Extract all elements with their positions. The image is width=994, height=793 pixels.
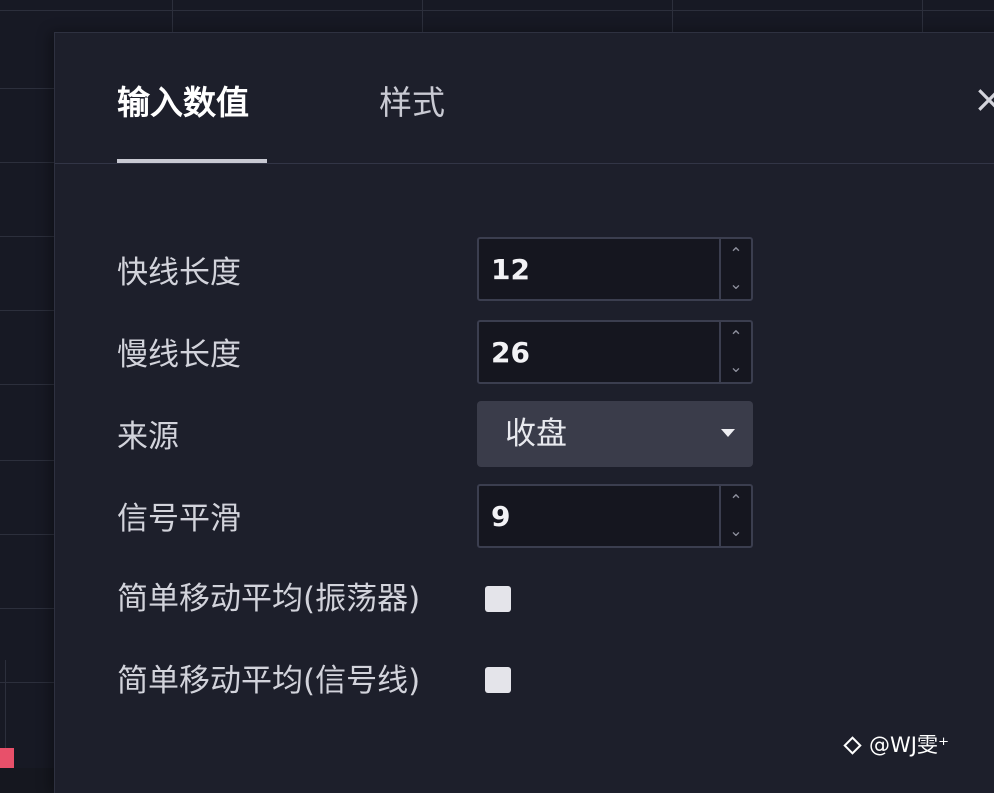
slow-length-label: 慢线长度 — [117, 337, 241, 373]
chevron-up-icon[interactable]: ⌃ — [721, 239, 751, 269]
grid-line — [0, 236, 56, 237]
signal-smoothing-stepper: ⌃ ⌄ — [719, 486, 751, 546]
signal-smoothing-label: 信号平滑 — [117, 501, 241, 537]
tab-bar: 输入数值 样式 × — [55, 33, 994, 164]
chevron-up-icon[interactable]: ⌃ — [721, 322, 751, 352]
grid-line — [0, 10, 994, 11]
chevron-up-icon[interactable]: ⌃ — [721, 486, 751, 516]
watermark: @WJ雯⁺ — [843, 730, 950, 760]
sma-signal-label: 简单移动平均(信号线) — [117, 663, 421, 699]
tab-style[interactable]: 样式 — [379, 83, 445, 123]
candle-wick — [5, 660, 6, 750]
grid-line — [0, 162, 56, 163]
fast-length-input[interactable]: 12 ⌃ ⌄ — [477, 237, 753, 301]
source-label: 来源 — [117, 419, 179, 455]
grid-line — [0, 608, 56, 609]
candle-red — [0, 748, 14, 768]
slow-length-value[interactable]: 26 — [491, 333, 530, 373]
grid-line — [0, 88, 56, 89]
sma-signal-checkbox[interactable] — [485, 667, 511, 693]
fast-length-label: 快线长度 — [117, 255, 241, 291]
caret-down-icon — [721, 429, 735, 437]
fast-length-stepper: ⌃ ⌄ — [719, 239, 751, 299]
source-selected-value: 收盘 — [505, 416, 567, 452]
active-tab-indicator — [117, 159, 267, 163]
grid-line — [0, 682, 56, 683]
signal-smoothing-input[interactable]: 9 ⌃ ⌄ — [477, 484, 753, 548]
signal-smoothing-value[interactable]: 9 — [491, 497, 510, 537]
diamond-logo-icon — [843, 735, 862, 755]
slow-length-stepper: ⌃ ⌄ — [719, 322, 751, 382]
grid-line — [0, 460, 56, 461]
grid-line — [0, 384, 56, 385]
source-select[interactable]: 收盘 — [477, 401, 753, 467]
chevron-down-icon[interactable]: ⌄ — [721, 269, 751, 299]
grid-line — [0, 310, 56, 311]
tab-inputs[interactable]: 输入数值 — [117, 83, 249, 123]
indicator-settings-dialog: 输入数值 样式 × 快线长度 12 ⌃ ⌄ 慢线长度 26 ⌃ ⌄ 来源 收盘 … — [54, 32, 994, 793]
sma-oscillator-checkbox[interactable] — [485, 586, 511, 612]
slow-length-input[interactable]: 26 ⌃ ⌄ — [477, 320, 753, 384]
watermark-text: @WJ雯⁺ — [869, 733, 950, 757]
close-icon[interactable]: × — [973, 79, 994, 119]
fast-length-value[interactable]: 12 — [491, 250, 530, 290]
chevron-down-icon[interactable]: ⌄ — [721, 352, 751, 382]
chevron-down-icon[interactable]: ⌄ — [721, 516, 751, 546]
grid-line — [0, 534, 56, 535]
sma-oscillator-label: 简单移动平均(振荡器) — [117, 581, 421, 617]
